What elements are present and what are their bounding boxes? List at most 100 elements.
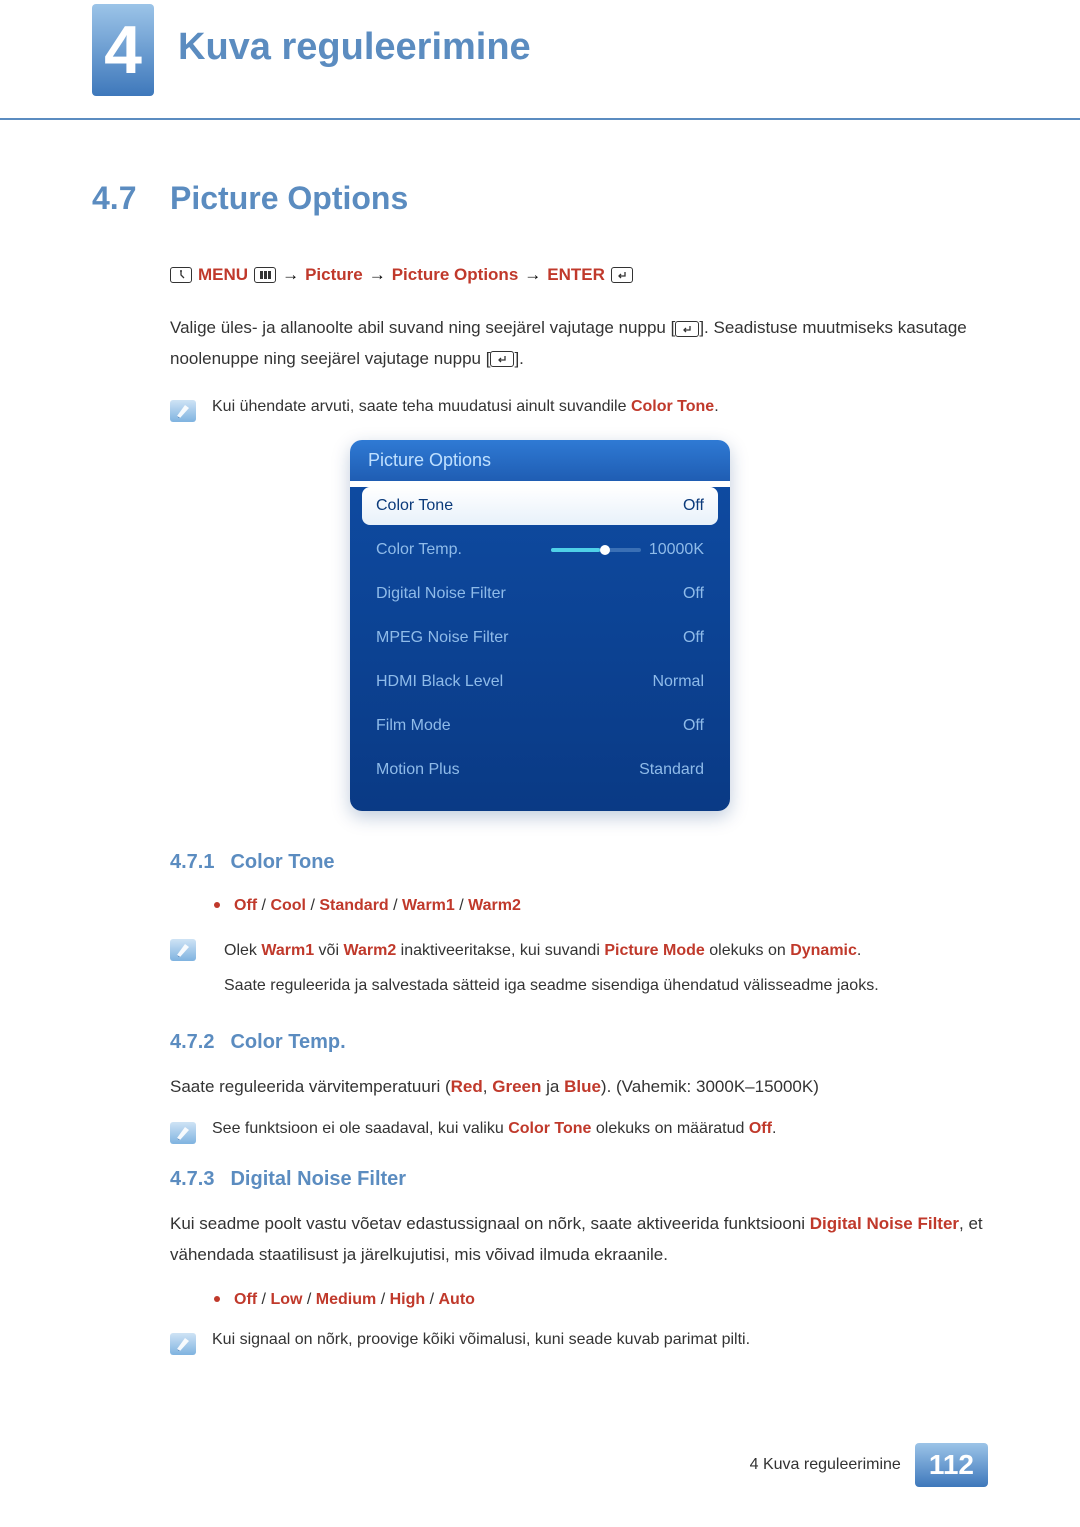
- page-header: 4 Kuva reguleerimine: [0, 0, 1080, 120]
- sep: /: [389, 897, 402, 914]
- bullet-icon: [214, 1296, 220, 1302]
- osd-item-color-temp[interactable]: Color Temp. 10000K: [362, 531, 718, 569]
- note-icon: [170, 1333, 196, 1355]
- opt-off: Off: [234, 1291, 257, 1308]
- sep: /: [257, 897, 270, 914]
- osd-panel: Picture Options Color Tone Off Color Tem…: [350, 440, 730, 811]
- t: Green: [492, 1077, 541, 1096]
- nav-step1: Picture: [305, 265, 363, 285]
- digital-noise-options: Off / Low / Medium / High / Auto: [214, 1286, 988, 1315]
- t: ja: [541, 1077, 564, 1096]
- enter-button-icon: [675, 321, 699, 337]
- note1-b: Color Tone: [631, 398, 714, 415]
- subsec-473-num: 4.7.3: [170, 1168, 214, 1191]
- sep: /: [425, 1291, 438, 1308]
- t: Saate reguleerida värvitemperatuuri (: [170, 1077, 451, 1096]
- t: või: [314, 942, 343, 959]
- t: olekuks on määratud: [591, 1120, 748, 1137]
- opt-warm1: Warm1: [402, 897, 455, 914]
- color-temp-paragraph: Saate reguleerida värvitemperatuuri (Red…: [170, 1072, 988, 1103]
- osd-item-label: Color Tone: [376, 497, 453, 515]
- osd-item-value: Off: [683, 585, 704, 603]
- intro-paragraph: Valige üles- ja allanoolte abil suvand n…: [170, 313, 988, 374]
- note-text: Kui signaal on nõrk, proovige kõiki võim…: [212, 1331, 750, 1349]
- nav-menu: MENU: [198, 265, 248, 285]
- osd-item-value: Normal: [652, 673, 704, 691]
- subsec-472-title: Color Temp.: [230, 1031, 345, 1054]
- osd-item-label: Film Mode: [376, 717, 451, 735]
- opt-high: High: [390, 1291, 426, 1308]
- subsec-473-title: Digital Noise Filter: [230, 1168, 406, 1191]
- osd-item-label: MPEG Noise Filter: [376, 629, 508, 647]
- color-temp-note: See funktsioon ei ole saadaval, kui vali…: [170, 1120, 988, 1144]
- osd-item-label: Color Temp.: [376, 541, 462, 559]
- osd-item-mpeg-noise[interactable]: MPEG Noise Filter Off: [362, 619, 718, 657]
- color-temp-slider[interactable]: [551, 548, 641, 552]
- color-tone-options: Off / Cool / Standard / Warm1 / Warm2: [214, 892, 988, 921]
- sep: /: [257, 1291, 270, 1308]
- osd-item-label: Motion Plus: [376, 761, 460, 779]
- nav-arrow: →: [369, 265, 386, 285]
- note1-c: .: [714, 398, 718, 415]
- nav-step2: Picture Options: [392, 265, 519, 285]
- osd-item-value: Off: [683, 717, 704, 735]
- osd-item-film-mode[interactable]: Film Mode Off: [362, 707, 718, 745]
- subsec-472-num: 4.7.2: [170, 1031, 214, 1054]
- t: Dynamic: [790, 942, 857, 959]
- menu-icon: [254, 267, 276, 283]
- note1-a: Kui ühendate arvuti, saate teha muudatus…: [212, 398, 631, 415]
- t: .: [772, 1120, 776, 1137]
- osd-item-color-tone[interactable]: Color Tone Off: [362, 487, 718, 525]
- sep: /: [306, 897, 319, 914]
- t: olekuks on: [705, 942, 790, 959]
- t: .: [857, 942, 861, 959]
- digital-noise-paragraph: Kui seadme poolt vastu võetav edastussig…: [170, 1209, 988, 1270]
- osd-item-motion-plus[interactable]: Motion Plus Standard: [362, 751, 718, 789]
- t: Off: [749, 1120, 772, 1137]
- t: Picture Mode: [604, 942, 704, 959]
- sep: /: [376, 1291, 389, 1308]
- osd-item-hdmi-black[interactable]: HDMI Black Level Normal: [362, 663, 718, 701]
- osd-item-digital-noise[interactable]: Digital Noise Filter Off: [362, 575, 718, 613]
- section-title: Picture Options: [170, 180, 408, 217]
- osd-item-value: Off: [683, 497, 704, 515]
- osd-item-value: 10000K: [649, 541, 704, 559]
- osd-item-label: HDMI Black Level: [376, 673, 503, 691]
- t: Olek: [224, 942, 261, 959]
- opt-medium: Medium: [316, 1291, 376, 1308]
- subsection-color-temp: 4.7.2 Color Temp. Saate reguleerida värv…: [170, 1031, 988, 1145]
- opt-cool: Cool: [270, 897, 306, 914]
- t: Red: [451, 1077, 483, 1096]
- t: Color Tone: [508, 1120, 591, 1137]
- page-content: 4.7 Picture Options MENU → Picture → Pic…: [0, 120, 1080, 1355]
- osd-title: Picture Options: [350, 440, 730, 481]
- osd-body: Color Tone Off Color Temp. 10000K Digita…: [350, 487, 730, 811]
- intro-text-a: Valige üles- ja allanoolte abil suvand n…: [170, 318, 675, 337]
- sep: /: [455, 897, 468, 914]
- digital-noise-note: Kui signaal on nõrk, proovige kõiki võim…: [170, 1331, 988, 1355]
- opt-warm2: Warm2: [468, 897, 521, 914]
- nav-arrow: →: [524, 265, 541, 285]
- section-heading: 4.7 Picture Options: [92, 180, 988, 217]
- t: See funktsioon ei ole saadaval, kui vali…: [212, 1120, 508, 1137]
- opt-low: Low: [270, 1291, 302, 1308]
- t: Kui seadme poolt vastu võetav edastussig…: [170, 1214, 810, 1233]
- bullet-icon: [214, 902, 220, 908]
- t: inaktiveeritakse, kui suvandi: [396, 942, 604, 959]
- nav-arrow: →: [282, 265, 299, 285]
- osd-item-value: Standard: [639, 761, 704, 779]
- intro-text-c: ].: [514, 349, 523, 368]
- nav-enter: ENTER: [547, 265, 605, 285]
- enter-button-icon: [490, 351, 514, 367]
- note-icon: [170, 939, 196, 961]
- t: ,: [483, 1077, 492, 1096]
- note-computer-color-tone: Kui ühendate arvuti, saate teha muudatus…: [170, 398, 988, 422]
- osd-button-icon: [170, 267, 192, 283]
- t: Warm1: [261, 942, 314, 959]
- note-text: Saate reguleerida ja salvestada sätteid …: [224, 972, 879, 1001]
- chapter-title: Kuva reguleerimine: [178, 26, 531, 69]
- note-icon: [170, 400, 196, 422]
- t: ). (Vahemik: 3000K–15000K): [601, 1077, 819, 1096]
- t: Blue: [564, 1077, 601, 1096]
- opt-standard: Standard: [319, 897, 388, 914]
